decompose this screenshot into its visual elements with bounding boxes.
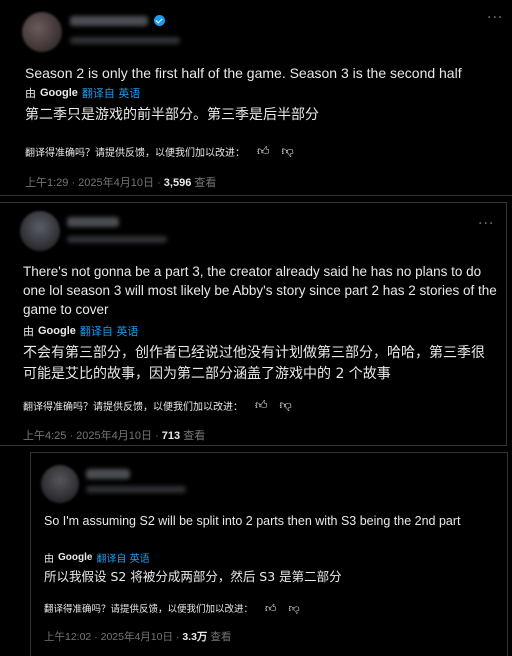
- translated-from-link[interactable]: 翻译自 英语: [82, 85, 141, 101]
- translated-from-link[interactable]: 翻译自 英语: [96, 550, 149, 565]
- tweet-meta: 上午12:02 · 2025年4月10日 · 3.3万 查看: [44, 629, 231, 644]
- by-label: 由: [23, 325, 34, 338]
- views-count: 3,596: [163, 177, 192, 189]
- translated-from-link[interactable]: 翻译自 英语: [80, 323, 139, 339]
- thumbs-up-icon[interactable]: 👍︎: [255, 398, 268, 413]
- translated-by-google: 由 Google 翻译自 英语: [25, 85, 140, 101]
- thumbs-down-icon[interactable]: 👎︎: [289, 602, 300, 615]
- translated-by-google: 由 Google 翻译自 英语: [44, 550, 150, 565]
- tweet-timestamp[interactable]: 上午1:29 · 2025年4月10日 ·: [25, 177, 164, 189]
- thumbs-down-icon[interactable]: 👎︎: [280, 398, 292, 413]
- views-label: 查看: [207, 631, 232, 643]
- more-options-icon[interactable]: ···: [478, 217, 494, 231]
- tweet-text: Season 2 is only the first half of the g…: [25, 65, 462, 81]
- author-handle-redacted: [70, 37, 180, 44]
- google-logo: Google: [58, 552, 93, 563]
- tweet-timestamp[interactable]: 上午12:02 · 2025年4月10日 ·: [44, 631, 182, 643]
- google-logo: Google: [40, 87, 78, 99]
- feedback-prompt: 翻译得准确吗？请提供反馈，以便我们加以改进：: [44, 604, 254, 615]
- views-label: 查看: [191, 177, 217, 189]
- thumbs-up-icon[interactable]: 👍︎: [265, 602, 277, 615]
- avatar[interactable]: [20, 211, 60, 251]
- more-options-icon[interactable]: ···: [487, 11, 503, 25]
- views-count: 3.3万: [182, 631, 208, 643]
- author-name-redacted[interactable]: [67, 217, 119, 227]
- author-name-redacted[interactable]: [86, 469, 130, 479]
- translation-feedback: 翻译得准确吗？请提供反馈，以便我们加以改进： 👍︎ 👎︎: [23, 398, 292, 413]
- tweet-text: There's not gonna be a part 3, the creat…: [23, 264, 497, 317]
- tweet-meta: 上午1:29 · 2025年4月10日 · 3,596 查看: [25, 174, 216, 190]
- translated-by-google: 由 Google 翻译自 英语: [23, 323, 138, 339]
- tweet-text: So I'm assuming S2 will be split into 2 …: [44, 514, 461, 528]
- translation-feedback: 翻译得准确吗？请提供反馈，以便我们加以改进： 👍︎ 👎︎: [44, 601, 300, 616]
- thumbs-up-icon[interactable]: 👍︎: [257, 144, 270, 159]
- author-name-redacted[interactable]: [70, 16, 148, 26]
- by-label: 由: [44, 554, 54, 565]
- tweet-translation: 不会有第三部分，创作者已经说过他没有计划做第三部分，哈哈，第三季很可能是艾比的故…: [23, 345, 485, 382]
- tweet-timestamp[interactable]: 上午4:25 · 2025年4月10日 ·: [23, 430, 162, 442]
- google-logo: Google: [38, 325, 76, 337]
- tweet-2[interactable]: ··· There's not gonna be a part 3, the c…: [0, 202, 507, 446]
- avatar[interactable]: [41, 465, 79, 503]
- feedback-prompt: 翻译得准确吗？请提供反馈，以便我们加以改进：: [25, 148, 245, 159]
- translation-feedback: 翻译得准确吗？请提供反馈，以便我们加以改进： 👍︎ 👎︎: [25, 144, 294, 159]
- tweet-meta: 上午4:25 · 2025年4月10日 · 713 查看: [23, 427, 205, 443]
- tweet-3[interactable]: So I'm assuming S2 will be split into 2 …: [30, 452, 508, 656]
- views-label: 查看: [180, 430, 206, 442]
- tweet-translation: 第二季只是游戏的前半部分。第三季是后半部分: [25, 107, 319, 123]
- by-label: 由: [25, 87, 36, 100]
- verified-badge-icon: [154, 15, 165, 26]
- thumbs-down-icon[interactable]: 👎︎: [282, 144, 294, 159]
- tweet-translation: 所以我假设 S2 将被分成两部分，然后 S3 是第二部分: [44, 569, 342, 584]
- author-handle-redacted: [67, 236, 167, 243]
- avatar[interactable]: [22, 12, 62, 52]
- tweet-1[interactable]: ··· Season 2 is only the first half of t…: [0, 0, 512, 196]
- author-handle-redacted: [86, 486, 186, 493]
- views-count: 713: [161, 430, 181, 442]
- feedback-prompt: 翻译得准确吗？请提供反馈，以便我们加以改进：: [23, 402, 243, 413]
